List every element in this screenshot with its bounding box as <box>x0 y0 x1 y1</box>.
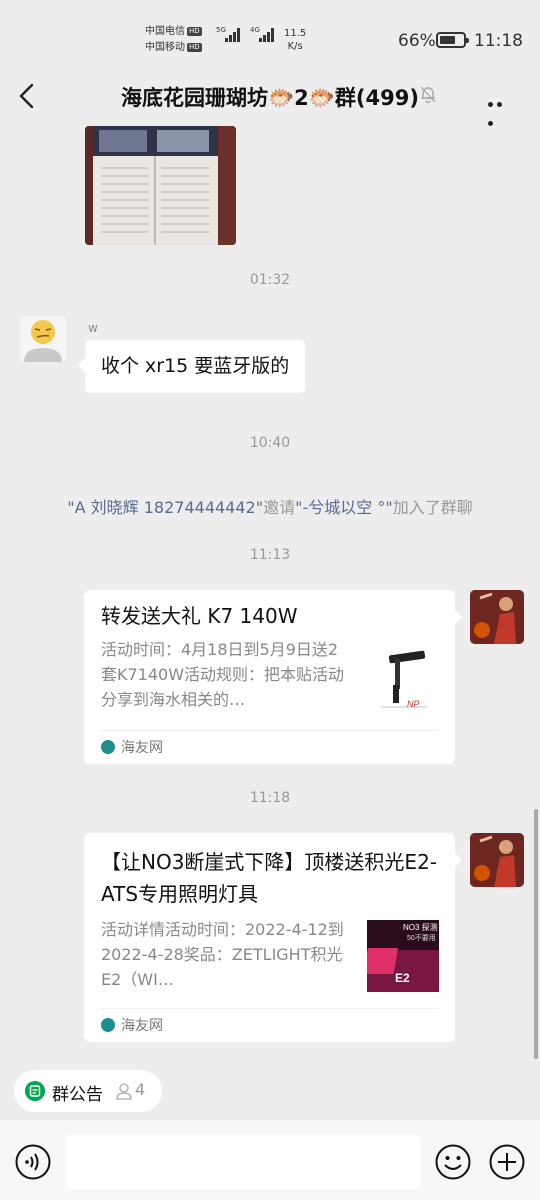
more-dots-icon[interactable] <box>488 92 514 126</box>
input-bar <box>0 1120 540 1200</box>
network-speed: 11.5 K/s <box>284 27 306 53</box>
signal-4g-icon: 4G <box>250 26 275 42</box>
sender-name: w <box>88 321 98 335</box>
card-source: 海友网 <box>101 730 438 764</box>
card-thumbnail: NP <box>367 645 439 717</box>
smug-face-icon <box>20 316 66 362</box>
chat-title: 海底花园珊瑚坊🐡2🐡群(499) <box>121 86 419 110</box>
group-notice-label: 群公告 <box>52 1085 103 1105</box>
person-icon <box>116 1083 132 1100</box>
message-input[interactable] <box>66 1135 421 1189</box>
system-suffix: 加入了群聊 <box>392 498 473 517</box>
invitee-link[interactable]: "-兮城以空 °" <box>295 498 393 517</box>
cabinet-photo <box>85 126 236 245</box>
card-description: 活动时间：4月18日到5月9日送2套K7140W活动规则：把本贴活动分享到海水相… <box>101 640 345 709</box>
clock: 11:18 <box>474 31 523 51</box>
link-card[interactable]: 转发送大礼 K7 140W 活动时间：4月18日到5月9日送2套K7140W活动… <box>84 590 462 764</box>
hd-badge: HD <box>187 43 202 52</box>
source-logo-icon <box>101 1018 115 1032</box>
card-thumbnail: NO3 探测 50不要用 E2 <box>367 920 439 992</box>
hd-badge: HD <box>187 27 202 36</box>
network-type-2: 4G <box>250 26 260 34</box>
system-message: "A 刘晓辉 18274444442"邀请"-兮城以空 °"加入了群聊 <box>0 494 540 518</box>
speed-value: 11.5 <box>284 28 307 39</box>
signal-5g-icon: 5G <box>216 26 241 42</box>
scrollbar[interactable] <box>534 809 538 1059</box>
speed-unit: K/s <box>287 41 303 52</box>
source-name: 海友网 <box>121 1018 163 1034</box>
battery-percent: 66% <box>398 31 436 51</box>
avatar[interactable] <box>20 316 66 362</box>
status-bar: 中国电信 HD 中国移动 HD 5G 4G 11.5 K/s 66% 11:18 <box>0 0 540 70</box>
lamp-thumbnail: NP <box>367 645 439 717</box>
system-verb: 邀请 <box>263 498 296 517</box>
bell-muted-icon <box>420 86 436 104</box>
timestamp: 11:18 <box>249 790 291 806</box>
basketball-player-avatar <box>470 590 524 644</box>
thumb-brand: NP <box>407 699 420 709</box>
plus-icon[interactable] <box>489 1144 525 1180</box>
announcement-icon <box>25 1081 45 1101</box>
light-product-thumbnail: NO3 探测 50不要用 E2 <box>367 920 439 992</box>
chat-header: 海底花园珊瑚坊🐡2🐡群(499) <box>0 70 540 126</box>
thumb-line-1: NO3 探测 <box>403 922 438 932</box>
battery-fill <box>440 36 455 44</box>
thumb-model: E2 <box>395 971 410 985</box>
battery-icon <box>436 32 469 48</box>
message-list[interactable]: 01:32 w 收个 xr15 要蓝牙版的 10:40 "A 刘晓辉 18274… <box>0 124 540 1060</box>
image-message[interactable] <box>85 126 236 245</box>
thumb-line-2: 50不要用 <box>407 934 436 942</box>
avatar[interactable] <box>470 590 524 644</box>
card-title: 【让NO3断崖式下降】顶楼送积光E2-ATS专用照明灯具 <box>101 850 438 906</box>
network-type-1: 5G <box>216 26 226 34</box>
timestamp: 11:13 <box>249 547 291 563</box>
group-notice-strip: 群公告 4 <box>0 1060 540 1120</box>
voice-icon[interactable] <box>15 1144 51 1180</box>
text-message-bubble[interactable]: 收个 xr15 要蓝牙版的 <box>77 340 306 393</box>
timestamp: 10:40 <box>249 435 291 451</box>
source-logo-icon <box>101 740 115 754</box>
inviter-link[interactable]: "A 刘晓辉 18274444442" <box>67 498 263 517</box>
group-notice-button[interactable]: 群公告 4 <box>14 1070 162 1112</box>
card-source: 海友网 <box>101 1008 438 1042</box>
source-name: 海友网 <box>121 740 163 756</box>
link-card[interactable]: 【让NO3断崖式下降】顶楼送积光E2-ATS专用照明灯具 活动详情活动时间：20… <box>84 833 462 1042</box>
carrier-2: 中国移动 <box>145 42 185 53</box>
carrier-1: 中国电信 <box>145 26 185 37</box>
card-title: 转发送大礼 K7 140W <box>101 604 298 628</box>
timestamp: 01:32 <box>249 272 291 288</box>
basketball-player-avatar <box>470 833 524 887</box>
avatar[interactable] <box>470 833 524 887</box>
carrier-info: 中国电信 HD 中国移动 HD <box>145 24 202 56</box>
card-description: 活动详情活动时间：2022-4-12到2022-4-28奖品：ZETLIGHT积… <box>101 920 344 989</box>
emoji-icon[interactable] <box>435 1144 471 1180</box>
group-notice-count: 4 <box>135 1080 146 1099</box>
